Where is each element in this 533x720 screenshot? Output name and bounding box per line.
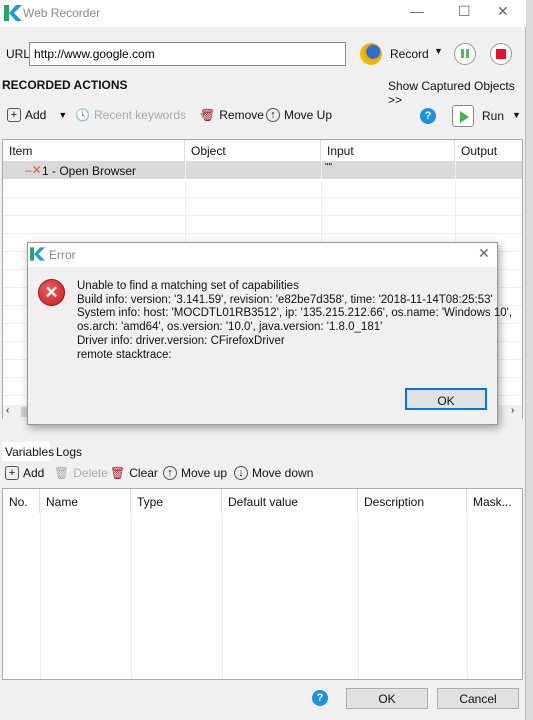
move-up-button[interactable]: ↑ Move Up [266, 108, 332, 122]
record-dropdown-icon[interactable]: ▼ [434, 46, 443, 56]
row-item: 1 - Open Browser [42, 164, 137, 178]
table-row[interactable]: –✕ 1 - Open Browser "" [3, 161, 522, 179]
recent-keywords-button[interactable]: 🕓 Recent keywords ▼ [75, 108, 207, 122]
variables-table: No. Name Type Default value Description … [2, 488, 523, 680]
record-button[interactable]: Record [390, 47, 429, 61]
recorded-actions-heading: RECORDED ACTIONS [2, 78, 128, 92]
dialog-title-bar: Error ✕ [28, 243, 497, 267]
add-label: Add [23, 466, 45, 480]
variable-move-down-button[interactable]: ↓ Move down [234, 466, 313, 480]
run-button[interactable]: Run [482, 109, 504, 123]
remove-label: Remove [219, 108, 264, 122]
add-label: Add [25, 108, 47, 122]
message-line: remote stacktrace: [77, 348, 172, 361]
show-captured-objects-link[interactable]: Show Captured Objects >> [388, 79, 525, 107]
close-button[interactable]: ✕ [497, 3, 509, 20]
message-line: System info: host: 'MOCDTL01RB3512', ip:… [77, 307, 513, 320]
variable-delete-button[interactable]: 🗑 Delete [54, 466, 108, 480]
add-dropdown-icon[interactable]: ▼ [58, 110, 67, 120]
scroll-right-icon[interactable]: › [511, 405, 514, 416]
variable-move-up-button[interactable]: ↑ Move up [163, 466, 227, 480]
url-label: URL [6, 47, 31, 61]
run-play-button[interactable] [452, 105, 474, 127]
message-line: os.arch: 'amd64', os.version: '10.0', ja… [77, 321, 383, 334]
arrow-up-icon: ↑ [266, 108, 280, 122]
row-input: "" [325, 162, 333, 173]
move-down-label: Move down [252, 466, 314, 480]
column-header-type[interactable]: Type [131, 489, 222, 513]
variable-clear-button[interactable]: 🗑 Clear [110, 466, 158, 480]
delete-label: Delete [73, 466, 108, 480]
error-dialog: Error ✕ ✕ Unable to find a matching set … [27, 242, 512, 425]
variable-add-button[interactable]: + Add [5, 466, 44, 480]
message-line: Unable to find a matching set of capabil… [77, 280, 299, 292]
tab-variables[interactable]: Variables [2, 442, 54, 461]
column-header-input[interactable]: Input [321, 140, 455, 161]
message-line: Build info: version: '3.141.59', revisio… [77, 293, 493, 306]
app-logo-icon [4, 5, 22, 21]
pause-button[interactable] [454, 43, 476, 65]
trash-icon: 🗑 [54, 466, 70, 480]
plus-icon: + [7, 108, 21, 122]
url-input[interactable] [29, 42, 346, 66]
tab-logs[interactable]: Logs [56, 445, 82, 459]
app-logo-icon [30, 247, 45, 261]
column-header-name[interactable]: Name [40, 489, 131, 513]
stop-button[interactable] [490, 43, 512, 65]
failed-step-icon: –✕ [25, 163, 42, 177]
trash-icon: 🗑 [200, 108, 216, 122]
recent-keywords-label: Recent keywords [93, 108, 186, 122]
clear-icon: 🗑 [110, 466, 126, 480]
column-header-no[interactable]: No. [3, 489, 40, 513]
minimize-button[interactable]: — [410, 3, 424, 19]
error-icon: ✕ [38, 279, 65, 306]
move-up-label: Move up [181, 466, 228, 480]
play-icon [460, 111, 469, 123]
column-header-description[interactable]: Description [358, 489, 467, 513]
move-up-label: Move Up [284, 108, 333, 122]
window-title: Web Recorder [23, 6, 101, 20]
help-icon[interactable]: ? [420, 108, 436, 124]
title-bar: Web Recorder — ☐ ✕ [0, 0, 526, 27]
column-header-masked[interactable]: Mask... [467, 489, 522, 513]
footer-help-icon[interactable]: ? [312, 690, 328, 706]
column-header-output[interactable]: Output [455, 140, 522, 161]
maximize-button[interactable]: ☐ [458, 3, 471, 20]
column-header-object[interactable]: Object [185, 140, 321, 161]
dialog-close-button[interactable]: ✕ [478, 245, 490, 262]
remove-button[interactable]: 🗑 Remove [200, 108, 264, 122]
arrow-down-icon: ↓ [234, 466, 248, 480]
ok-button[interactable]: OK [346, 688, 428, 709]
firefox-icon[interactable] [360, 43, 382, 65]
scroll-left-icon[interactable]: ‹ [6, 405, 9, 416]
tab-label: Variables [5, 445, 55, 459]
add-button[interactable]: + Add ▼ [7, 108, 67, 122]
clear-label: Clear [129, 466, 158, 480]
clock-icon: 🕓 [75, 108, 90, 122]
cancel-button[interactable]: Cancel [437, 688, 519, 709]
column-header-default-value[interactable]: Default value [222, 489, 358, 513]
dialog-title: Error [49, 248, 76, 262]
message-line: Driver info: driver.version: CFirefoxDri… [77, 334, 285, 347]
plus-icon: + [5, 466, 19, 480]
arrow-up-icon: ↑ [163, 466, 177, 480]
error-message: Unable to find a matching set of capabil… [77, 280, 512, 362]
dialog-ok-button[interactable]: OK [405, 388, 487, 410]
run-dropdown-icon[interactable]: ▼ [512, 110, 521, 120]
column-header-item[interactable]: Item [3, 140, 185, 161]
